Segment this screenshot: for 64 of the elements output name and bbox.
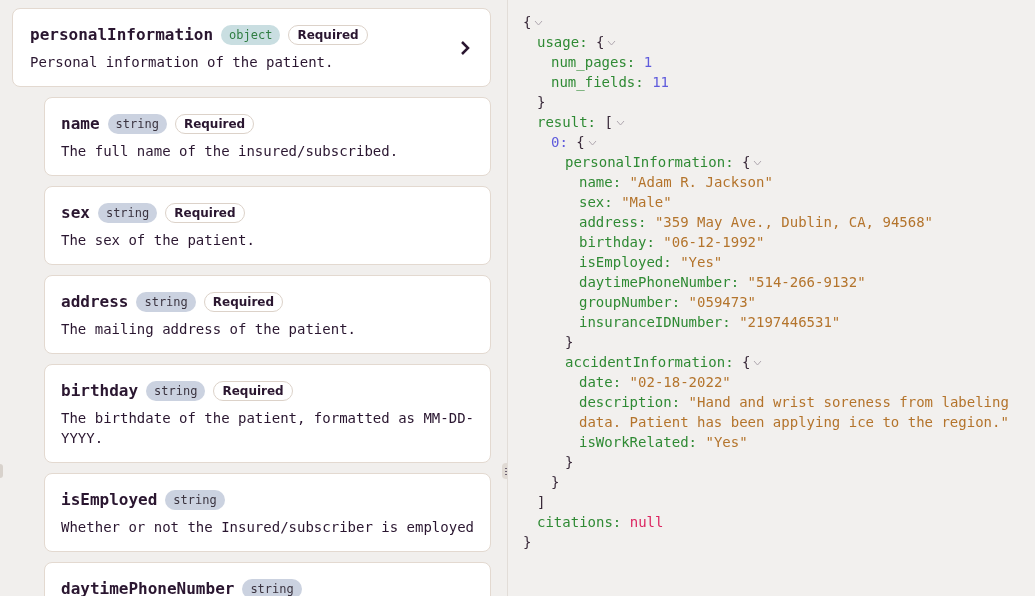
resize-handle[interactable]	[0, 464, 3, 478]
field-card[interactable]: isEmployed string Whether or not the Insured/subscriber is employed	[44, 473, 491, 552]
field-description: The sex of the patient.	[61, 231, 256, 250]
type-badge: string	[107, 114, 167, 134]
json-key: personalInformation:	[565, 154, 734, 170]
field-description: The full name of the insured/subscribed.	[61, 142, 400, 161]
field-card[interactable]: address string Required The mailing address of the patient.	[44, 275, 491, 354]
json-bracket: {	[596, 34, 605, 50]
json-key: 0:	[551, 134, 568, 150]
collapse-caret-icon[interactable]	[615, 120, 625, 126]
field-description: The birthdate of the patient, formatted as MM-DD-YYYY.	[61, 409, 475, 448]
json-bracket: {	[523, 14, 532, 30]
json-bracket: }	[551, 474, 560, 490]
json-entry: address: "359 May Ave., Dublin, CA, 94568"	[579, 213, 935, 232]
type-badge: string	[97, 203, 158, 223]
json-bracket: ]	[537, 494, 546, 510]
json-bracket: }	[537, 94, 546, 110]
field-name: birthday	[61, 381, 139, 401]
json-entry: daytimePhoneNumber: "514-266-9132"	[579, 273, 867, 292]
type-badge: string	[136, 292, 196, 312]
collapse-caret-icon[interactable]	[587, 140, 597, 146]
json-entry: description: "Hand and wrist soreness from labeling data. Patient has been applying ice to the region."	[579, 393, 1010, 432]
json-entry: num_fields: 11	[551, 73, 670, 92]
json-entry: groupNumber: "059473"	[579, 293, 758, 312]
json-entry: citations: null	[537, 513, 665, 532]
collapse-caret-icon[interactable]	[753, 160, 763, 166]
type-badge: string	[146, 381, 206, 401]
collapse-caret-icon[interactable]	[753, 360, 763, 366]
field-name: sex	[61, 203, 90, 223]
field-description: Whether or not the Insured/subscriber is employed	[61, 518, 475, 537]
json-bracket: {	[742, 154, 751, 170]
json-entry: isWorkRelated: "Yes"	[579, 433, 749, 452]
type-badge: string	[242, 579, 302, 596]
type-badge: string	[165, 490, 225, 510]
field-name: name	[61, 114, 100, 134]
field-description: Personal information of the patient.	[30, 53, 335, 72]
json-bracket: }	[523, 534, 532, 550]
field-name: personalInformation	[30, 25, 214, 45]
json-key: usage:	[537, 34, 588, 50]
type-badge: object	[221, 25, 281, 45]
json-bracket: [	[604, 114, 613, 130]
chevron-right-icon[interactable]	[460, 40, 470, 56]
json-entry: insuranceIDNumber: "2197446531"	[579, 313, 842, 332]
field-card[interactable]: birthday string Required The birthdate of the patient, formatted as MM-DD-YYYY.	[44, 364, 491, 463]
json-entry: sex: "Male"	[579, 193, 673, 212]
json-bracket: }	[565, 334, 574, 350]
schema-card[interactable]: personalInformation object Required Personal information of the patient.	[12, 8, 491, 87]
json-key: result:	[537, 114, 596, 130]
json-entry: num_pages: 1	[551, 53, 654, 72]
json-entry: name: "Adam R. Jackson"	[579, 173, 774, 192]
json-entry: isEmployed: "Yes"	[579, 253, 724, 272]
json-bracket: }	[565, 454, 574, 470]
json-bracket: {	[576, 134, 585, 150]
field-name: isEmployed	[61, 490, 158, 510]
field-description: The mailing address of the patient.	[61, 320, 357, 339]
field-card[interactable]: sex string Required The sex of the patient.	[44, 186, 491, 265]
collapse-caret-icon[interactable]	[534, 20, 544, 26]
json-entry: birthday: "06-12-1992"	[579, 233, 766, 252]
json-entry: date: "02-18-2022"	[579, 373, 732, 392]
json-key: accidentInformation:	[565, 354, 734, 370]
collapse-caret-icon[interactable]	[607, 40, 617, 46]
json-bracket: {	[742, 354, 751, 370]
field-card[interactable]: name string Required The full name of the insured/subscribed.	[44, 97, 491, 176]
field-name: address	[61, 292, 129, 312]
